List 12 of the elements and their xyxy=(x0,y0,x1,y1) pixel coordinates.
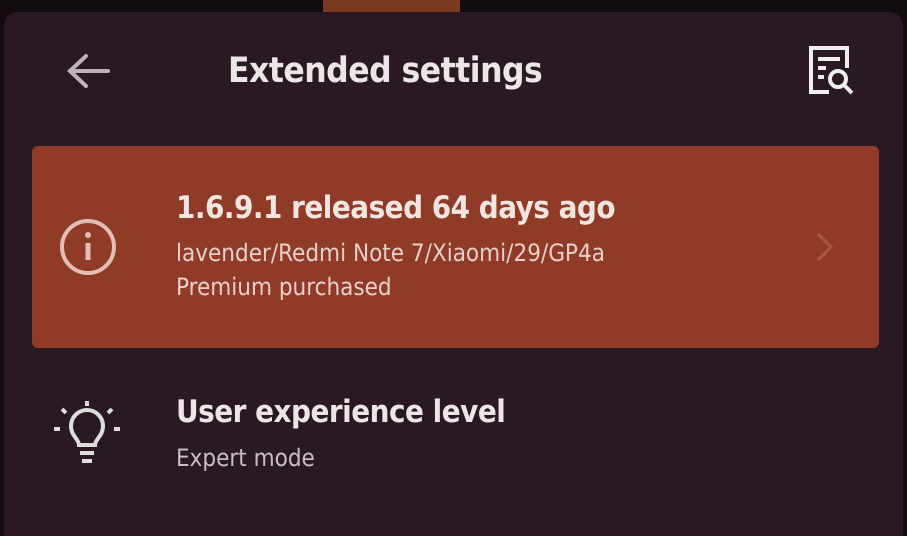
settings-item[interactable]: User experience level Expert mode xyxy=(32,348,879,518)
banner-detail: lavender/Redmi Note 7/Xiaomi/29/GP4a xyxy=(176,238,606,269)
back-icon[interactable] xyxy=(66,53,110,89)
item-subtitle: Expert mode xyxy=(176,444,316,472)
item-title: User experience level xyxy=(176,394,506,430)
banner-title: 1.6.9.1 released 64 days ago xyxy=(176,190,616,226)
update-banner[interactable]: 1.6.9.1 released 64 days ago lavender/Redmi Note 7/Xiaomi/29/GP4a Premium purchased xyxy=(32,146,879,348)
chevron-icon xyxy=(815,231,835,263)
info-icon xyxy=(58,217,118,277)
banner-detail: Premium purchased xyxy=(176,272,393,303)
page-title: Extended settings xyxy=(228,51,544,91)
lightbulb-icon xyxy=(52,401,122,465)
